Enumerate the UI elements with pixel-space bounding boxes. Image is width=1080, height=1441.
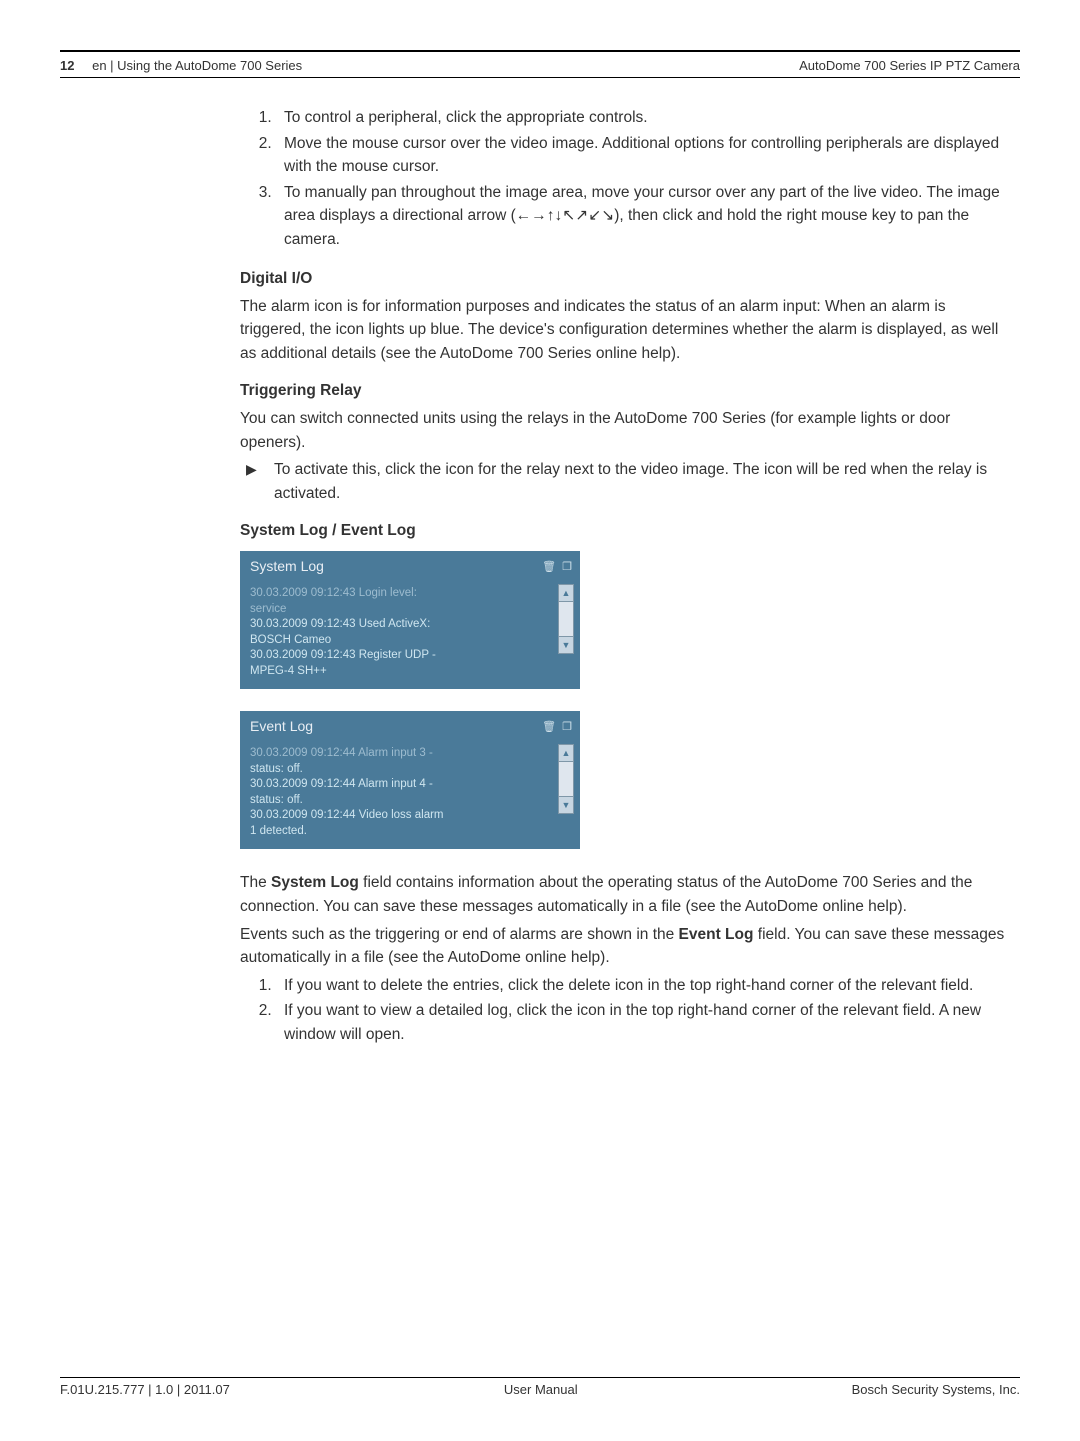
- list-item: If you want to view a detailed log, clic…: [276, 999, 1010, 1046]
- list-item: If you want to delete the entries, click…: [276, 974, 1010, 998]
- logs-heading: System Log / Event Log: [240, 519, 1010, 543]
- post-ordered-list: If you want to delete the entries, click…: [240, 974, 1010, 1047]
- post-paragraph-1: The System Log field contains informatio…: [240, 871, 1010, 918]
- log-line: 30.03.2009 09:12:43 Used ActiveX:: [250, 617, 572, 633]
- log-line: 30.03.2009 09:12:44 Alarm input 4 -: [250, 777, 572, 793]
- footer-center: User Manual: [504, 1382, 578, 1397]
- triggering-relay-intro: You can switch connected units using the…: [240, 407, 1010, 454]
- page-header: 12 en | Using the AutoDome 700 Series Au…: [60, 58, 1020, 77]
- triggering-relay-heading: Triggering Relay: [240, 379, 1010, 403]
- header-left: 12 en | Using the AutoDome 700 Series: [60, 58, 302, 73]
- popout-icon[interactable]: [562, 717, 572, 736]
- list-item: Move the mouse cursor over the video ima…: [276, 132, 1010, 179]
- log-line: service: [250, 602, 572, 618]
- bold-system-log: System Log: [271, 874, 359, 891]
- log-line: 30.03.2009 09:12:44 Video loss alarm: [250, 808, 572, 824]
- triggering-relay-bullet: To activate this, click the icon for the…: [274, 458, 1010, 505]
- list-item: To manually pan throughout the image are…: [276, 181, 1010, 252]
- digital-io-text: The alarm icon is for information purpos…: [240, 295, 1010, 366]
- text-run: The: [240, 874, 271, 891]
- scroll-down-icon[interactable]: ▼: [559, 796, 573, 813]
- system-log-panel: System Log 30.03.2009 09:12:43 Login lev…: [240, 551, 580, 689]
- trash-icon[interactable]: [542, 557, 556, 576]
- triangle-bullet-icon: ▶: [240, 458, 274, 480]
- event-log-body: 30.03.2009 09:12:44 Alarm input 3 - stat…: [240, 742, 580, 849]
- page-number: 12: [60, 58, 74, 73]
- system-log-title: System Log: [250, 556, 324, 577]
- footer-right: Bosch Security Systems, Inc.: [852, 1382, 1020, 1397]
- post-paragraph-2: Events such as the triggering or end of …: [240, 923, 1010, 970]
- popout-icon[interactable]: [562, 557, 572, 576]
- scroll-down-icon[interactable]: ▼: [559, 636, 573, 653]
- list-item: To control a peripheral, click the appro…: [276, 106, 1010, 130]
- log-line: 30.03.2009 09:12:43 Login level:: [250, 586, 572, 602]
- log-line: status: off.: [250, 793, 572, 809]
- log-line: 1 detected.: [250, 824, 572, 840]
- log-line: 30.03.2009 09:12:44 Alarm input 3 -: [250, 746, 572, 762]
- scrollbar[interactable]: ▲ ▼: [558, 584, 574, 654]
- scroll-up-icon[interactable]: ▲: [559, 585, 573, 602]
- event-log-panel: Event Log 30.03.2009 09:12:44 Alarm inpu…: [240, 711, 580, 849]
- intro-ordered-list: To control a peripheral, click the appro…: [240, 106, 1010, 251]
- triggering-relay-bullet-row: ▶ To activate this, click the icon for t…: [240, 458, 1010, 505]
- log-line: status: off.: [250, 762, 572, 778]
- system-log-body: 30.03.2009 09:12:43 Login level: service…: [240, 582, 580, 689]
- event-log-titlebar: Event Log: [240, 711, 580, 742]
- digital-io-heading: Digital I/O: [240, 267, 1010, 291]
- text-run: Events such as the triggering or end of …: [240, 926, 679, 943]
- event-log-title: Event Log: [250, 716, 313, 737]
- scrollbar[interactable]: ▲ ▼: [558, 744, 574, 814]
- header-right-text: AutoDome 700 Series IP PTZ Camera: [799, 58, 1020, 73]
- scroll-up-icon[interactable]: ▲: [559, 745, 573, 762]
- log-line: 30.03.2009 09:12:43 Register UDP -: [250, 648, 572, 664]
- trash-icon[interactable]: [542, 717, 556, 736]
- log-line: MPEG-4 SH++: [250, 664, 572, 680]
- bold-event-log: Event Log: [679, 926, 754, 943]
- header-left-text: en | Using the AutoDome 700 Series: [92, 58, 302, 73]
- system-log-titlebar: System Log: [240, 551, 580, 582]
- page-footer: F.01U.215.777 | 1.0 | 2011.07 User Manua…: [60, 1369, 1020, 1397]
- log-line: BOSCH Cameo: [250, 633, 572, 649]
- footer-left: F.01U.215.777 | 1.0 | 2011.07: [60, 1382, 230, 1397]
